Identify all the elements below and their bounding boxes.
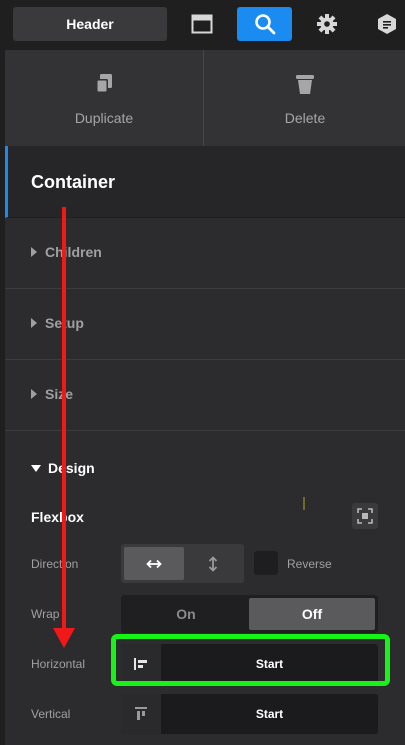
gear-icon[interactable]: [310, 7, 344, 41]
horizontal-label: Horizontal: [31, 657, 86, 671]
wrap-off-button[interactable]: Off: [249, 598, 375, 630]
reverse-label: Reverse: [287, 557, 332, 571]
align-start-icon: [121, 644, 161, 684]
vertical-align-select[interactable]: Start: [121, 694, 378, 734]
duplicate-icon: [94, 72, 114, 96]
direction-label: Direction: [31, 557, 79, 571]
horizontal-align-value: Start: [255, 657, 284, 671]
annotation-arrow-head: [53, 628, 75, 648]
duplicate-button[interactable]: Duplicate: [5, 50, 204, 146]
search-icon[interactable]: [237, 7, 292, 41]
direction-column-button[interactable]: [185, 547, 241, 580]
caret-right-icon: [31, 318, 37, 328]
horizontal-align-select[interactable]: Start: [121, 644, 378, 684]
wrap-toggle: On Off: [121, 595, 378, 633]
top-toolbar: Header: [0, 0, 405, 50]
caret-down-icon: [31, 464, 41, 472]
trash-icon: [295, 72, 315, 96]
focus-frame-icon[interactable]: [352, 503, 378, 529]
section-children-label: Children: [45, 244, 102, 260]
delete-button[interactable]: Delete: [205, 50, 405, 146]
section-design-label: Design: [48, 460, 95, 476]
docs-icon[interactable]: [372, 7, 402, 41]
vertical-align-value: Start: [255, 707, 284, 721]
delete-label: Delete: [284, 110, 326, 126]
direction-toggle: [121, 544, 244, 583]
annotation-arrow: [62, 207, 66, 637]
vertical-label: Vertical: [31, 707, 71, 721]
element-actions: Duplicate Delete: [5, 50, 405, 146]
direction-row-button[interactable]: [124, 547, 184, 580]
caret-right-icon: [31, 389, 37, 399]
flexbox-group-title: Flexbox: [31, 509, 84, 525]
wrap-on-button[interactable]: On: [124, 598, 248, 630]
duplicate-label: Duplicate: [74, 110, 134, 126]
wrap-label: Wrap: [31, 607, 60, 621]
reverse-checkbox[interactable]: [254, 551, 278, 575]
window-icon[interactable]: [185, 7, 219, 41]
resize-marker: [303, 497, 305, 510]
section-size-label: Size: [45, 386, 74, 402]
caret-right-icon: [31, 247, 37, 257]
element-title: Container: [31, 172, 116, 192]
header-element-button[interactable]: Header: [13, 7, 167, 41]
align-top-icon: [121, 694, 161, 734]
